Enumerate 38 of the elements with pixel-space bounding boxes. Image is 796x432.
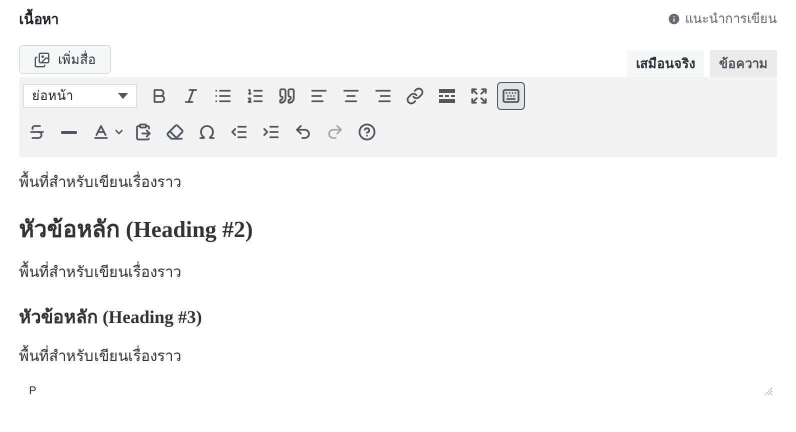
resize-handle-icon[interactable] [764, 386, 773, 396]
add-media-button[interactable]: เพิ่มสื่อ [19, 45, 111, 74]
editor-tab[interactable]: ข้อความ [710, 50, 777, 77]
quote-icon [278, 87, 296, 105]
editor-tab[interactable]: เสมือนจริง [627, 50, 704, 77]
help-icon [358, 123, 376, 141]
align-center-icon [342, 87, 360, 105]
info-icon [667, 12, 681, 26]
fullscreen-icon [470, 87, 488, 105]
body-paragraph: พื้นที่สำหรับเขียนเรื่องราว [19, 347, 777, 367]
outdent-icon [230, 123, 248, 141]
media-icon [34, 52, 50, 68]
redo-icon [326, 123, 344, 141]
paste-icon [134, 123, 152, 141]
indent-icon [262, 123, 280, 141]
dropdown-caret-icon [118, 93, 128, 99]
text-color-icon [92, 123, 110, 141]
heading-two: หัวข้อหลัก (Heading #2) [19, 216, 254, 244]
body-paragraph: พื้นที่สำหรับเขียนเรื่องราว [19, 263, 777, 283]
keyboard-button[interactable] [497, 82, 525, 110]
align-left-icon [310, 87, 328, 105]
align-right-icon [374, 87, 392, 105]
heading-three: หัวข้อหลัก (Heading #3) [19, 306, 204, 329]
eraser-icon [166, 123, 184, 141]
strikethrough-icon [28, 123, 46, 141]
bulleted-list-icon [214, 87, 232, 105]
numbered-list-icon [246, 87, 264, 105]
keyboard-icon [502, 87, 520, 105]
italic-icon [182, 87, 200, 105]
body-paragraph: พื้นที่สำหรับเขียนเรื่องราว [19, 173, 777, 193]
help-link[interactable]: แนะนำการเขียน [667, 9, 777, 29]
read-more-icon [438, 87, 456, 105]
omega-icon [198, 123, 216, 141]
format-select[interactable]: ย่อหน้า [23, 84, 137, 108]
element-path[interactable]: P [29, 383, 36, 400]
link-icon [406, 87, 424, 105]
undo-icon [294, 123, 312, 141]
section-title: เนื้อหา [19, 8, 59, 28]
